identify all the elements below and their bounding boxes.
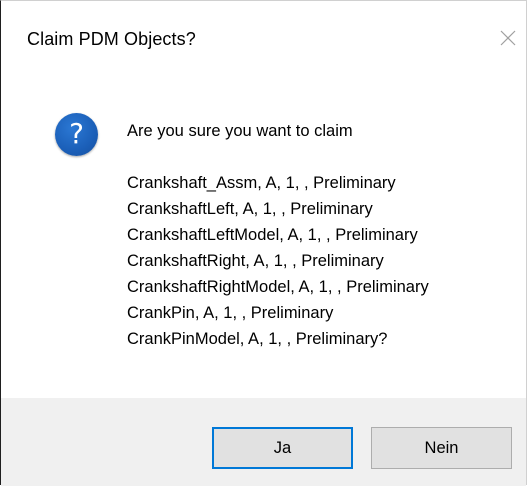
claim-item: CrankPin, A, 1, , Preliminary [127, 304, 334, 322]
claim-item: CrankshaftRight, A, 1, , Preliminary [127, 252, 384, 270]
no-button[interactable]: Nein [371, 427, 512, 469]
yes-button[interactable]: Ja [212, 427, 353, 469]
claim-item: CrankshaftLeft, A, 1, , Preliminary [127, 200, 373, 218]
dialog-message: Are you sure you want to claim Crankshaf… [127, 118, 429, 352]
dialog-titlebar: Claim PDM Objects? [1, 1, 526, 83]
claim-item: CrankshaftLeftModel, A, 1, , Preliminary [127, 226, 418, 244]
question-icon: ? [55, 113, 98, 156]
claim-item: CrankshaftRightModel, A, 1, , Preliminar… [127, 278, 429, 296]
close-icon [500, 30, 516, 46]
dialog-title: Claim PDM Objects? [27, 29, 196, 49]
message-intro: Are you sure you want to claim [127, 122, 353, 140]
dialog-content: ? Are you sure you want to claim Cranksh… [1, 83, 526, 397]
claim-item: CrankPinModel, A, 1, , Preliminary? [127, 330, 388, 348]
claim-dialog: Claim PDM Objects? ? Are you sure you wa… [0, 0, 527, 486]
dialog-footer: Ja Nein [1, 398, 526, 486]
question-glyph: ? [69, 116, 84, 150]
claim-item: Crankshaft_Assm, A, 1, , Preliminary [127, 174, 396, 192]
close-button[interactable] [494, 23, 522, 53]
